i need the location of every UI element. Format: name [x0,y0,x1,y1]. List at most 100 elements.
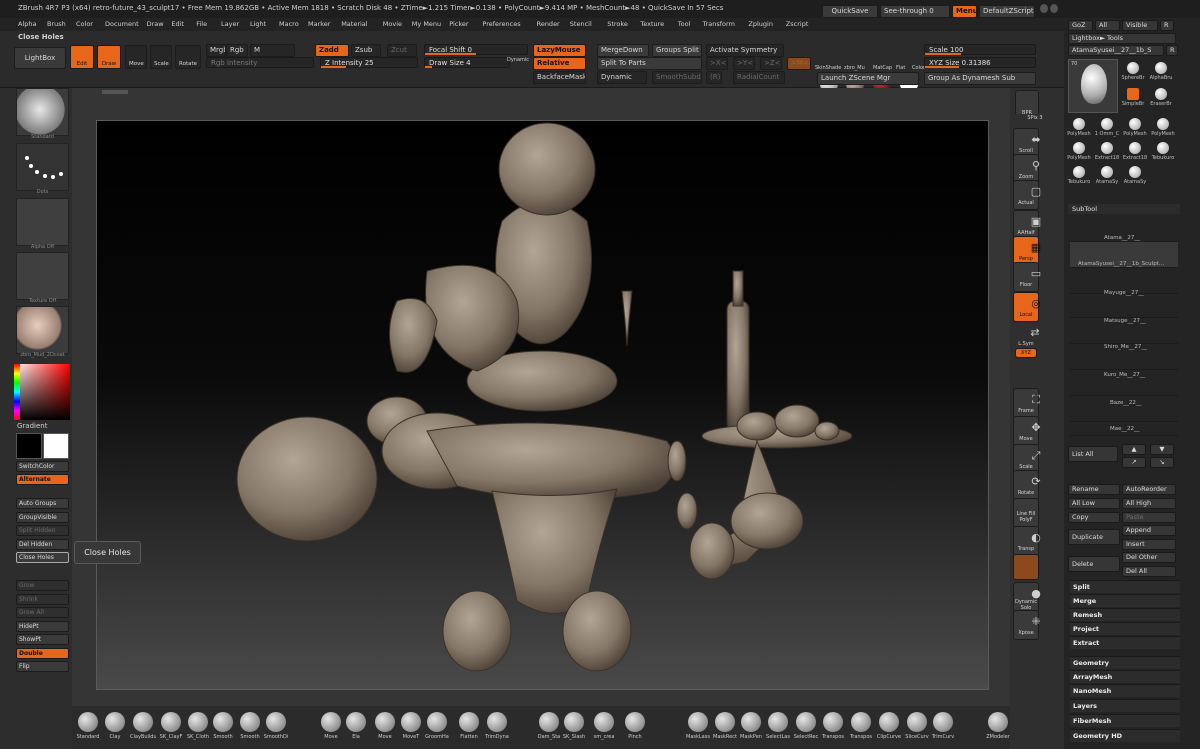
dots-stroke-icon[interactable] [16,143,69,191]
brush-27[interactable]: SliceCurv [904,710,930,746]
flip-button[interactable]: Flip [16,661,69,672]
brush-12[interactable]: GroomHa [424,710,450,746]
brush-13[interactable]: Flatten [456,710,482,746]
brush-3[interactable]: SK_ClayF [158,710,184,746]
brush-20[interactable]: MaskRect [712,710,738,746]
group-visible-button[interactable]: GroupVisible [16,512,69,523]
spix-slider[interactable]: SPix 3 [1013,114,1057,126]
lightbox-tools-button[interactable]: Lightbox► Tools [1068,33,1176,44]
brush-10[interactable]: Move [372,710,398,746]
duplicate-button[interactable]: Duplicate [1068,529,1120,545]
brush-26[interactable]: ClipCurve [876,710,902,746]
edit-button[interactable]: Edit [70,45,94,69]
brush-28[interactable]: TrimCurv [930,710,956,746]
menu-picker[interactable]: Picker [449,20,468,28]
goz-button[interactable]: GoZ [1068,20,1093,31]
menu-layer[interactable]: Layer [221,20,239,28]
brush-24[interactable]: Transpos [820,710,846,746]
polyf-button[interactable]: Line Fill PolyF [1013,498,1039,528]
goz-all-button[interactable]: All [1095,20,1120,31]
geometry-hd-section[interactable]: Geometry HD [1070,729,1180,742]
tool-thumb-8[interactable]: PolyMesh [1150,116,1176,138]
menu-color[interactable]: Color [76,20,93,28]
move-button[interactable]: Move [125,45,147,69]
extract-section[interactable]: Extract [1070,636,1180,649]
split-to-parts-button[interactable]: Split To Parts [597,57,702,70]
quicksave-button[interactable]: QuickSave [822,5,878,18]
remesh-section[interactable]: Remesh [1070,608,1180,621]
split-hidden-button[interactable]: Split Hidden [16,525,69,536]
subtool-row-9[interactable]: Mae__22__ [1070,422,1178,436]
tool-thumb-10[interactable]: Extract18 [1094,140,1120,162]
subtool-row-5[interactable]: Matsuge__27__ [1070,318,1178,344]
mrgb-button[interactable]: Mrgb [206,44,226,57]
brush-2[interactable]: ClayBuildup [130,710,156,746]
rotate-button[interactable]: Rotate [175,45,201,69]
scale-slider[interactable]: Scale 100 [924,44,1036,55]
group-as-dynamesh-button[interactable]: Group As Dynamesh Sub [924,72,1036,85]
del-all-button[interactable]: Del All [1122,566,1176,577]
brush-17[interactable]: sm_crea [591,710,617,746]
local-button[interactable]: ◎ Local [1013,292,1041,322]
menu-document[interactable]: Document [105,20,139,28]
groups-split-button[interactable]: Groups Split [652,44,702,57]
solo-button[interactable]: ● Dynamic Solo [1013,582,1041,612]
draw-size-slider[interactable]: Draw Size 4 [424,57,510,68]
split-section[interactable]: Split [1070,580,1180,593]
menu-zplugin[interactable]: Zplugin [748,20,773,28]
tool-thumb-2[interactable]: AlphaBru [1148,60,1174,82]
double-button[interactable]: Double [16,648,69,659]
tool-thumb-4[interactable]: EraserBr [1148,86,1174,108]
minimize-icon[interactable] [1040,4,1048,13]
all-low-button[interactable]: All Low [1068,498,1120,509]
current-tool-thumb[interactable]: 70 [1068,59,1118,113]
menu-alpha[interactable]: Alpha [18,20,36,28]
goz-r-button[interactable]: R [1160,20,1174,31]
tool-thumb-3[interactable]: SimpleBr [1120,86,1146,108]
menu-macro[interactable]: Macro [279,20,299,28]
rgb-intensity-slider[interactable]: Rgb Intensity [206,57,314,68]
menus-button[interactable]: Menus [952,5,977,18]
lazymouse-button[interactable]: LazyMouse [533,44,586,57]
append-button[interactable]: Append [1122,525,1176,536]
del-hidden-button[interactable]: Del Hidden [16,539,69,550]
menu-draw[interactable]: Draw [147,20,164,28]
default-zscript-button[interactable]: DefaultZScript [979,5,1035,18]
activate-symmetry-button[interactable]: Activate Symmetry [706,44,784,57]
subtool-header[interactable]: SubTool [1068,204,1180,214]
actual-button[interactable]: ▢ Actual [1013,180,1041,210]
move-up-button[interactable]: ▲ [1122,444,1146,455]
insert-button[interactable]: Insert [1122,539,1176,550]
m-button[interactable]: M [250,44,295,57]
zcut-button[interactable]: Zcut [387,44,417,57]
shrink-button[interactable]: Shrink [16,594,69,605]
tool-thumb-6[interactable]: 1 Omm_C [1094,116,1120,138]
tool-thumb-12[interactable]: Tebukuro [1150,140,1176,162]
nanomesh-section[interactable]: NanoMesh [1070,684,1180,697]
menu-texture[interactable]: Texture [640,20,664,28]
focal-shift-slider[interactable]: Focal Shift 0 [424,44,528,55]
relative-button[interactable]: Relative [533,57,586,70]
sym-m-button[interactable]: >M< [787,57,811,70]
xyz-button[interactable]: XYZ [1015,348,1037,358]
maximize-icon[interactable] [1050,4,1058,13]
fibermesh-section[interactable]: FiberMesh [1070,714,1180,727]
brush-21[interactable]: MaskPen [738,710,764,746]
brush-6[interactable]: Smooth [237,710,263,746]
move-down-button[interactable]: ▼ [1150,444,1174,455]
brush-1[interactable]: Clay [102,710,128,746]
brush-29[interactable]: ZModeler [985,710,1011,746]
brush-5[interactable]: Smooth [210,710,236,746]
brush-23[interactable]: SelectRec [793,710,819,746]
xyz-size-slider[interactable]: XYZ Size 0.31386 [924,57,1036,68]
all-high-button[interactable]: All High [1122,498,1176,509]
floor-button[interactable]: ▭ Floor [1013,262,1041,292]
menu-edit[interactable]: Edit [171,20,184,28]
brush-22[interactable]: SelectLas [765,710,791,746]
subtool-row-6[interactable]: Shiro_Me__27__ [1070,344,1178,370]
color-picker[interactable] [14,364,70,420]
radial-count-button[interactable]: RadialCount [733,71,785,84]
tool-thumb-14[interactable]: AtamaSy [1094,164,1120,186]
secondary-color-swatch[interactable] [43,433,69,459]
move-up-arrow-button[interactable]: ↗ [1122,457,1146,468]
